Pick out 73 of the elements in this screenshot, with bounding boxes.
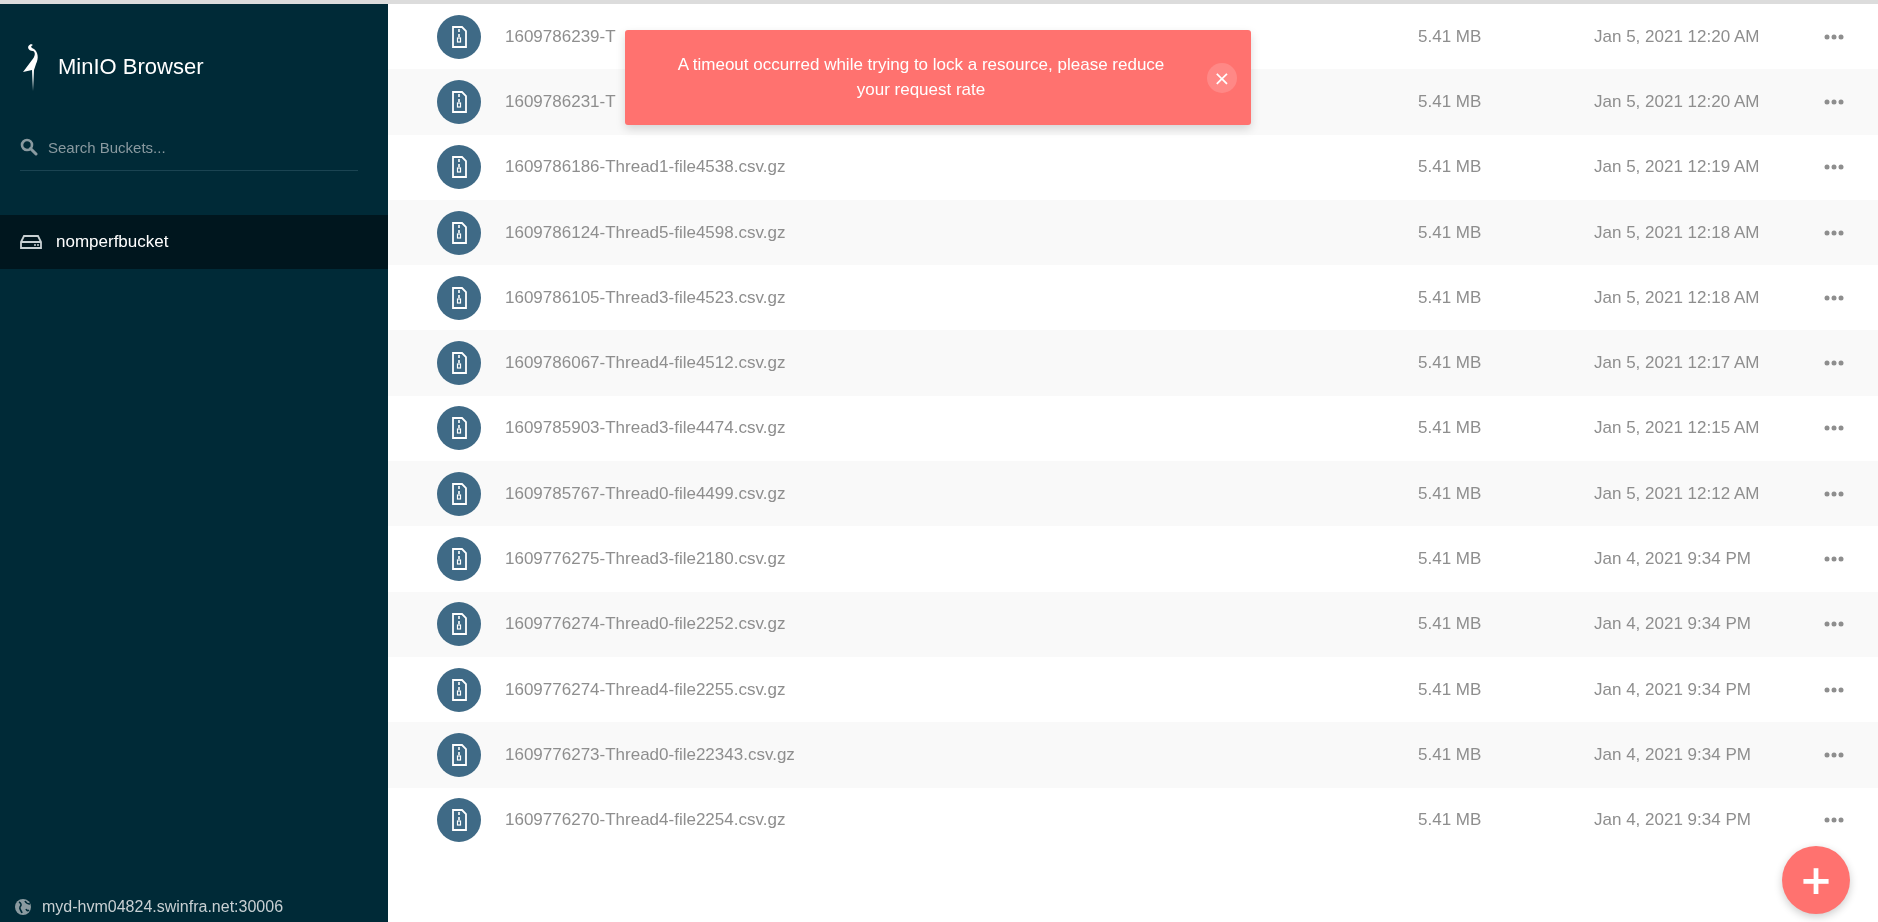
more-icon[interactable]	[1824, 556, 1844, 562]
file-icon	[437, 537, 481, 581]
file-size: 5.41 MB	[1418, 418, 1483, 439]
modified-date: Jan 5, 2021 12:18 AM	[1594, 222, 1761, 243]
error-message: A timeout occurred while trying to lock a resource, please reduce your request rate	[676, 53, 1166, 101]
file-size: 5.41 MB	[1418, 679, 1483, 700]
more-icon[interactable]	[1824, 621, 1844, 628]
close-button[interactable]: ×	[1207, 62, 1237, 93]
file-icon	[437, 79, 481, 124]
file-size: 5.41 MB	[1418, 157, 1483, 178]
drive-icon	[20, 235, 42, 249]
server-address: myd-hvm04824.swinfra.net:30006	[42, 898, 284, 916]
file-name[interactable]: 1609776274-Thread0-file2252.csv.gz	[505, 614, 1418, 635]
search-field[interactable]: Search Buckets...	[48, 138, 328, 156]
modified-date: Jan 5, 2021 12:15 AM	[1594, 418, 1761, 439]
file-name[interactable]: 1609785903-Thread3-file4474.csv.gz	[505, 418, 1418, 439]
file-name[interactable]: 1609776275-Thread3-file2180.csv.gz	[505, 549, 1418, 569]
modified-date: Jan 5, 2021 12:20 AM	[1594, 91, 1761, 112]
more-icon[interactable]	[1824, 817, 1844, 824]
app-title: MinIO Browser	[58, 54, 204, 80]
file-icon	[437, 275, 481, 320]
file-size: 5.41 MB	[1418, 744, 1483, 765]
file-icon	[437, 667, 481, 712]
file-name[interactable]: 1609786124-Thread5-file4598.csv.gz	[505, 222, 1418, 243]
file-size: 5.41 MB	[1418, 614, 1483, 635]
more-icon[interactable]	[1824, 490, 1844, 497]
more-icon[interactable]	[1824, 294, 1844, 301]
modified-date: Jan 4, 2021 9:34 PM	[1594, 810, 1752, 831]
modified-date: Jan 5, 2021 12:18 AM	[1594, 287, 1761, 308]
modified-date: Jan 4, 2021 9:34 PM	[1594, 614, 1752, 635]
file-size: 5.41 MB	[1418, 810, 1483, 831]
more-icon[interactable]	[1824, 425, 1844, 432]
file-icon	[437, 14, 481, 59]
file-name[interactable]: 1609785767-Thread0-file4499.csv.gz	[505, 483, 1418, 504]
file-size: 5.41 MB	[1418, 287, 1483, 308]
file-name[interactable]: 1609776273-Thread0-file22343.csv.gz	[505, 744, 1418, 765]
modified-date: Jan 5, 2021 12:20 AM	[1594, 26, 1761, 47]
file-name[interactable]: 1609776270-Thread4-file2254.csv.gz	[505, 810, 1418, 831]
file-name[interactable]: 1609786186-Thread1-file4538.csv.gz	[505, 157, 1418, 178]
more-icon[interactable]	[1824, 98, 1844, 105]
modified-date: Jan 5, 2021 12:12 AM	[1594, 483, 1761, 504]
more-icon[interactable]	[1824, 686, 1844, 693]
more-icon[interactable]	[1824, 164, 1844, 171]
file-icon	[437, 341, 481, 386]
globe-icon	[14, 898, 32, 916]
search-icon	[20, 138, 38, 156]
file-icon	[437, 798, 481, 843]
file-size: 5.41 MB	[1418, 353, 1483, 374]
file-icon	[437, 145, 481, 190]
file-icon	[437, 471, 481, 516]
bucket-item[interactable]: nomperfbucket	[0, 215, 388, 269]
more-icon[interactable]	[1824, 229, 1844, 236]
file-size: 5.41 MB	[1418, 26, 1483, 47]
file-icon	[437, 406, 481, 451]
file-icon	[437, 732, 481, 777]
file-icon	[437, 210, 481, 255]
file-name[interactable]: 1609786067-Thread4-file4512.csv.gz	[505, 353, 1418, 374]
file-name[interactable]: 1609776274-Thread4-file2255.csv.gz	[505, 679, 1418, 700]
modified-date: Jan 5, 2021 12:19 AM	[1594, 157, 1761, 178]
file-icon	[437, 602, 481, 647]
file-size: 5.41 MB	[1418, 222, 1483, 243]
modified-date: Jan 4, 2021 9:34 PM	[1594, 549, 1752, 569]
file-size: 5.41 MB	[1418, 483, 1483, 504]
modified-date: Jan 4, 2021 9:34 PM	[1594, 679, 1752, 700]
add-button[interactable]: +	[1782, 846, 1850, 914]
more-icon[interactable]	[1824, 33, 1844, 40]
more-icon[interactable]	[1824, 360, 1844, 367]
file-size: 5.41 MB	[1418, 91, 1483, 112]
more-icon[interactable]	[1824, 751, 1844, 758]
modified-date: Jan 5, 2021 12:17 AM	[1594, 353, 1761, 374]
modified-date: Jan 4, 2021 9:34 PM	[1594, 744, 1752, 765]
file-name[interactable]: 1609786105-Thread3-file4523.csv.gz	[505, 287, 1418, 308]
file-size: 5.41 MB	[1418, 549, 1483, 569]
